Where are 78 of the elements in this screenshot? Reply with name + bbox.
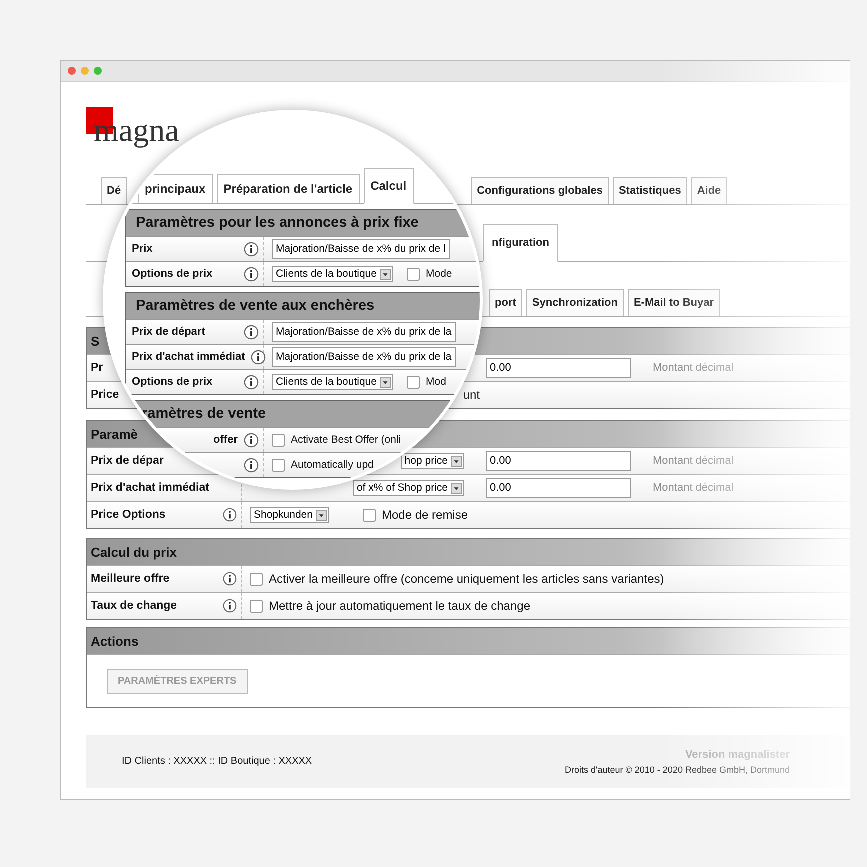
field-label: Taux de change	[91, 600, 178, 612]
tab[interactable]: Aide	[691, 177, 728, 204]
field-label: Prix de dépar	[91, 455, 164, 467]
tab[interactable]: nfiguration	[483, 224, 558, 262]
caret-icon	[380, 268, 391, 280]
price-field[interactable]: Majoration/Baisse de x% du prix de la	[272, 347, 456, 367]
amount-field[interactable]: 0.00	[486, 358, 631, 378]
checkbox-label: Activate Best Offer (onli	[291, 434, 402, 446]
field-label: Prix de départ	[132, 326, 206, 338]
section-title: Calcul du prix	[91, 544, 177, 560]
info-icon[interactable]	[244, 374, 259, 390]
price-field[interactable]: Majoration/Baisse de x% du prix de l	[272, 239, 450, 259]
tab[interactable]: Configurations globales	[471, 177, 609, 204]
copyright-text: Droits d'auteur © 2010 - 2020 Redbee GmbH, Dortmund	[565, 764, 790, 774]
field-label: Options de prix	[132, 268, 213, 280]
info-icon[interactable]	[244, 432, 259, 448]
info-icon[interactable]	[223, 508, 237, 522]
field-label: Price Options	[91, 509, 166, 521]
section-title: ramètres de vente	[142, 406, 266, 422]
section-title: Paramètres de vente aux enchères	[136, 298, 375, 314]
caret-icon	[316, 510, 327, 520]
checkbox-label: Activer la meilleure offre (conceme uniquement les articles sans variantes)	[269, 572, 664, 586]
select-dropdown[interactable]: of x% of Shop price	[352, 480, 464, 496]
checkbox[interactable]	[250, 572, 263, 586]
tab[interactable]: principaux	[138, 174, 213, 203]
info-icon[interactable]	[244, 242, 259, 256]
checkbox-label: Mode de remise	[382, 508, 468, 522]
section-title: S	[91, 334, 100, 348]
close-icon[interactable]	[68, 67, 76, 75]
tab[interactable]: Préparation de l'article	[216, 174, 360, 203]
field-label: Prix d'achat immédiat	[132, 351, 246, 363]
checkbox[interactable]	[407, 376, 420, 388]
amount-field[interactable]: 0.00	[486, 451, 631, 471]
caret-icon	[451, 456, 462, 466]
checkbox-label: Mode	[426, 268, 452, 280]
checkbox[interactable]	[250, 600, 263, 612]
tab[interactable]: Synchronization	[526, 289, 624, 316]
checkbox-label: Automatically upd	[291, 459, 374, 471]
field-label: offer	[214, 434, 238, 446]
checkbox[interactable]	[272, 434, 285, 446]
field-hint: Montant décimal	[653, 362, 735, 374]
select-dropdown[interactable]: Clients de la boutique	[272, 374, 393, 390]
field-hint: Montant décimal	[653, 455, 735, 467]
tab[interactable]: E-Mail to Buyar	[628, 289, 720, 316]
price-field[interactable]: Majoration/Baisse de x% du prix de la	[272, 322, 456, 342]
field-label: Price	[91, 389, 120, 401]
checkbox-label: Mettre à jour automatiquement le taux de change	[269, 599, 530, 613]
field-label: Options de prix	[132, 376, 213, 388]
info-icon[interactable]	[244, 266, 259, 282]
field-label: Prix	[132, 243, 153, 255]
field-label: Meilleure offre	[91, 573, 170, 585]
tab[interactable]: port	[489, 289, 522, 316]
checkbox[interactable]	[362, 508, 376, 522]
checkbox-label: Mod	[426, 376, 446, 388]
field-label: Prix d'achat immédiat	[91, 482, 210, 494]
tab[interactable]: Calcul	[364, 168, 414, 204]
select-dropdown[interactable]: hop price	[400, 453, 464, 469]
field-hint: Montant décimal	[653, 482, 735, 494]
info-icon[interactable]	[251, 350, 266, 364]
select-dropdown[interactable]: Shopkunden	[250, 507, 329, 523]
tab[interactable]: Dé	[101, 177, 128, 204]
caret-icon	[451, 482, 462, 494]
caret-icon	[380, 376, 391, 388]
footer-ids: ID Clients : XXXXX :: ID Boutique : XXXXX	[122, 756, 312, 767]
select-dropdown[interactable]: Clients de la boutique	[272, 266, 393, 282]
field-label: Pr	[91, 362, 104, 374]
section-title: Actions	[91, 634, 139, 648]
amount-field[interactable]: 0.00	[486, 478, 631, 498]
checkbox[interactable]	[272, 458, 285, 472]
tab[interactable]: Statistiques	[612, 177, 688, 204]
section-title: Paramè	[91, 426, 138, 442]
info-icon[interactable]	[244, 458, 259, 472]
info-icon[interactable]	[244, 324, 259, 340]
row-text: unt	[463, 388, 480, 402]
info-icon[interactable]	[223, 599, 237, 613]
checkbox[interactable]	[407, 268, 420, 280]
info-icon[interactable]	[223, 572, 237, 586]
section-title: Paramètres pour les annonces à prix fixe	[136, 215, 419, 231]
